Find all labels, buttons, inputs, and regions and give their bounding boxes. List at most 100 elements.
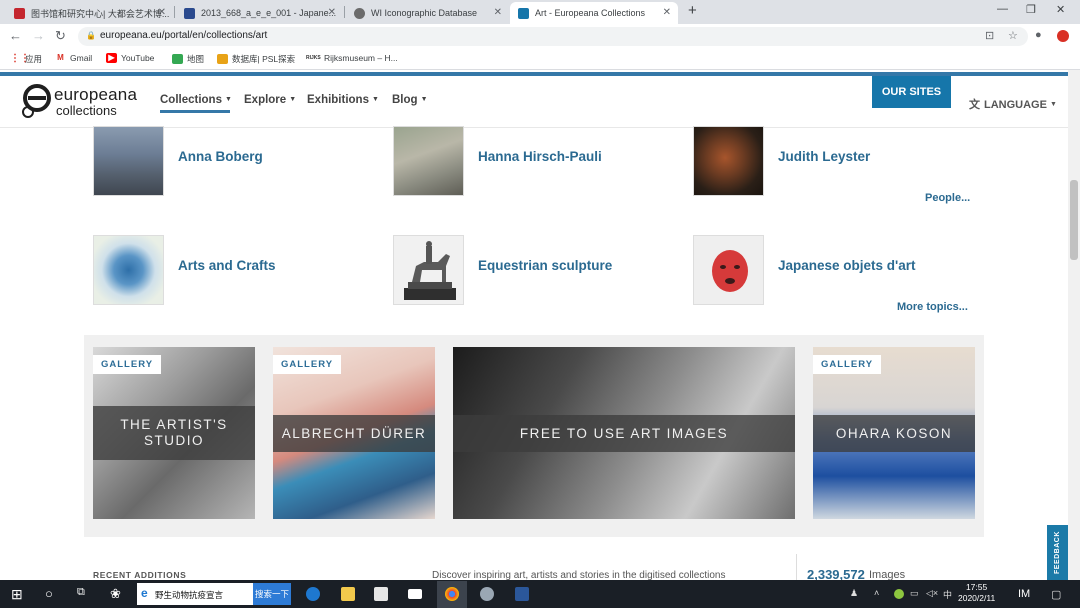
address-bar[interactable]: 🔒 europeana.eu/portal/en/collections/art xyxy=(78,27,1028,46)
europeana-logo-icon[interactable] xyxy=(20,83,52,119)
gmail-icon: M xyxy=(57,53,64,62)
caret-down-icon: ▼ xyxy=(420,96,428,103)
app-tray-icon[interactable]: IM xyxy=(1018,588,1030,600)
bookmark-rijksmuseum[interactable]: RIJKS Rijksmuseum – H... xyxy=(306,53,398,63)
new-tab-button[interactable]: + xyxy=(688,2,697,19)
people-name[interactable]: Anna Boberg xyxy=(178,149,263,164)
gallery-badge: GALLERY xyxy=(93,355,162,374)
bookmark-gmail[interactable]: M Gmail xyxy=(55,53,92,63)
close-icon[interactable]: ✕ xyxy=(158,7,166,18)
browser-tab[interactable]: 2013_668_a_e_e_001 - Japane... ✕ xyxy=(176,2,343,24)
tray-chevron-icon[interactable]: ˄ xyxy=(874,588,879,598)
bookmark-apps[interactable]: ⋮⋮ 应用 xyxy=(10,53,42,65)
rijks-icon: RIJKS xyxy=(306,55,321,61)
gallery-card-title[interactable]: THE ARTIST'S STUDIO xyxy=(93,406,255,460)
topic-name[interactable]: Arts and Crafts xyxy=(178,258,276,273)
browser-tab[interactable]: 图书馆和研究中心| 大都会艺术博... ✕ xyxy=(6,2,173,24)
nav-label: Blog xyxy=(392,94,418,106)
windows-start-icon[interactable]: ⊞ xyxy=(11,586,23,603)
gallery-card[interactable]: GALLERY THE ARTIST'S STUDIO xyxy=(93,347,255,519)
browser-taskbar-icon[interactable] xyxy=(472,581,502,608)
extension-icon[interactable] xyxy=(1057,30,1069,42)
pinned-app-icon[interactable]: ❀ xyxy=(110,586,121,602)
artwork-thumbnail[interactable] xyxy=(693,235,764,305)
topic-name[interactable]: Japanese objets d'art xyxy=(778,258,916,273)
close-icon[interactable]: ✕ xyxy=(494,7,502,18)
logo-wordmark[interactable]: europeana xyxy=(54,85,137,105)
language-selector[interactable]: 文 LANGUAGE ▼ xyxy=(969,96,1057,112)
nav-explore[interactable]: Explore ▼ xyxy=(244,94,296,106)
gallery-card[interactable]: GALLERY ALBRECHT DÜRER xyxy=(273,347,435,519)
tab-title: 图书馆和研究中心| 大都会艺术博... xyxy=(31,8,170,19)
word-taskbar-icon[interactable] xyxy=(507,581,537,608)
mail-taskbar-icon[interactable] xyxy=(400,581,430,608)
more-topics-link[interactable]: More topics... xyxy=(897,301,968,313)
bookmark-star-icon[interactable]: ☆ xyxy=(1008,29,1018,42)
profile-icon[interactable]: ● xyxy=(1035,29,1042,41)
minimize-icon[interactable]: — xyxy=(997,3,1008,15)
people-name[interactable]: Hanna Hirsch-Pauli xyxy=(478,149,602,164)
maximize-icon[interactable]: ❐ xyxy=(1026,3,1036,16)
task-view-icon[interactable]: ⧉ xyxy=(77,586,85,599)
gallery-card[interactable]: FREE TO USE ART IMAGES xyxy=(453,347,795,519)
ime-icon[interactable]: 中 xyxy=(943,588,952,601)
reload-icon[interactable]: ↻ xyxy=(55,28,66,44)
topic-name[interactable]: Equestrian sculpture xyxy=(478,258,612,273)
translate-icon[interactable]: ⊡ xyxy=(985,29,994,42)
title-line: THE ARTIST'S xyxy=(120,417,228,432)
artwork-thumbnail[interactable] xyxy=(393,235,464,305)
gallery-card-title[interactable]: OHARA KOSON xyxy=(813,415,975,452)
bookmark-youtube[interactable]: ▶ YouTube xyxy=(106,53,154,63)
nav-collections[interactable]: Collections ▼ xyxy=(160,94,232,106)
feedback-tab[interactable]: FEEDBACK xyxy=(1047,525,1068,580)
lock-icon: 🔒 xyxy=(86,31,96,40)
scrollbar-thumb[interactable] xyxy=(1070,180,1078,260)
page-scrollbar[interactable] xyxy=(1068,70,1080,580)
back-icon[interactable]: ← xyxy=(9,28,22,43)
gallery-card-title[interactable]: ALBRECHT DÜRER xyxy=(273,415,435,452)
people-name[interactable]: Judith Leyster xyxy=(778,149,870,164)
bookmark-psl[interactable]: 数据库| PSL探索 xyxy=(217,53,295,65)
more-people-link[interactable]: People... xyxy=(925,192,970,204)
artwork-thumbnail[interactable] xyxy=(93,235,164,305)
edge-taskbar-icon[interactable] xyxy=(298,581,328,608)
gallery-card[interactable]: GALLERY OHARA KOSON xyxy=(813,347,975,519)
artwork-thumbnail[interactable] xyxy=(93,126,164,196)
volume-icon[interactable]: ◁× xyxy=(926,588,938,599)
gallery-card-title[interactable]: FREE TO USE ART IMAGES xyxy=(453,415,795,452)
search-text: 野生动物抗疫宣言 xyxy=(155,590,224,600)
our-sites-button[interactable]: OUR SITES xyxy=(872,76,951,108)
europeana-favicon-icon xyxy=(518,7,529,19)
browser-tab-active[interactable]: Art - Europeana Collections ✕ xyxy=(510,2,678,24)
cortana-icon[interactable]: ○ xyxy=(45,586,53,601)
close-icon[interactable]: ✕ xyxy=(328,7,336,18)
images-count: 2,339,572 xyxy=(807,567,865,580)
notification-icon[interactable]: ▢ xyxy=(1051,588,1061,601)
close-icon[interactable]: ✕ xyxy=(663,7,671,18)
chrome-taskbar-icon[interactable] xyxy=(437,581,467,608)
logo-subtitle: collections xyxy=(56,103,117,118)
window-close-icon[interactable]: ✕ xyxy=(1056,3,1065,16)
caret-down-icon: ▼ xyxy=(371,96,379,103)
page-favicon-icon xyxy=(184,7,195,19)
store-taskbar-icon[interactable] xyxy=(366,581,396,608)
title-line: STUDIO xyxy=(143,433,204,448)
taskbar-search-button[interactable]: 搜索一下 xyxy=(253,583,291,605)
artwork-thumbnail[interactable] xyxy=(693,126,764,196)
url-text: europeana.eu/portal/en/collections/art xyxy=(100,30,268,41)
file-explorer-taskbar-icon[interactable] xyxy=(333,581,363,608)
artwork-thumbnail[interactable] xyxy=(393,126,464,196)
taskbar-search-input[interactable]: e 野生动物抗疫宣言 xyxy=(137,583,253,605)
network-icon[interactable]: ▭ xyxy=(910,588,919,599)
system-clock[interactable]: 17:55 2020/2/11 xyxy=(958,582,995,604)
gallery-badge: GALLERY xyxy=(273,355,342,374)
web-page: europeana collections Collections ▼ Explo… xyxy=(0,70,1068,580)
bookmark-maps[interactable]: 地图 xyxy=(172,53,204,65)
bookmarks-bar: ⋮⋮ 应用 M Gmail ▶ YouTube 地图 数据库| PSL探索 RI… xyxy=(0,48,1080,70)
forward-icon[interactable]: → xyxy=(32,28,45,43)
browser-tab[interactable]: WI Iconographic Database ✕ xyxy=(346,2,509,24)
nav-blog[interactable]: Blog ▼ xyxy=(392,94,428,106)
tray-app-icon[interactable] xyxy=(894,589,904,599)
nav-exhibitions[interactable]: Exhibitions ▼ xyxy=(307,94,379,106)
people-icon[interactable]: ♟ xyxy=(850,588,858,599)
